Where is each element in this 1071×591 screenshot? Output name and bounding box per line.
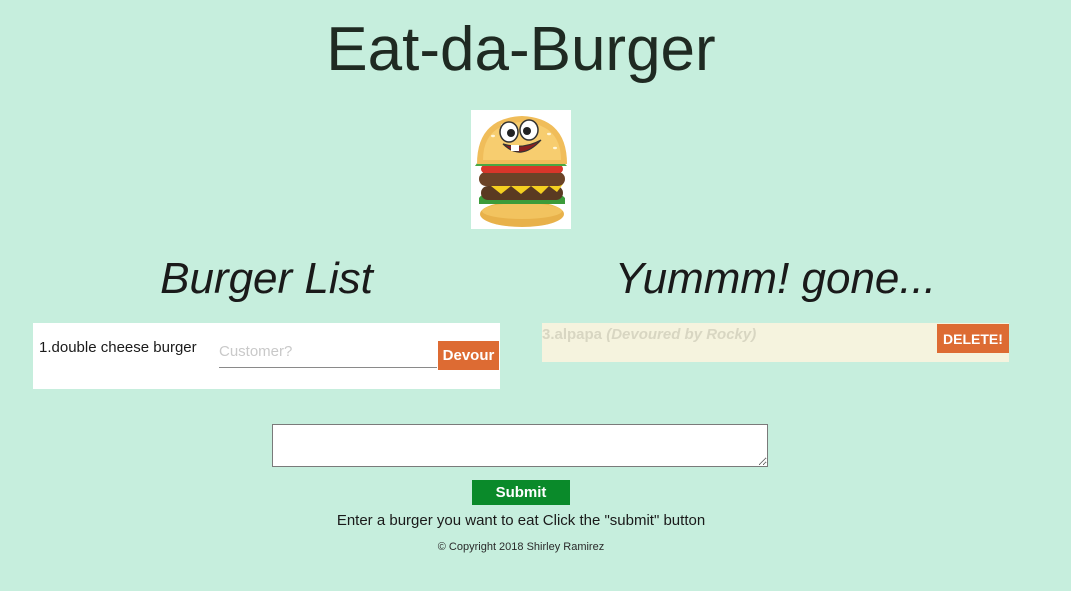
devoured-by-label: (Devoured by Rocky) [606,326,757,343]
devoured-list-title: Yummm! gone... [614,254,937,303]
page-title: Eat-da-Burger [326,15,716,84]
burger-list-title: Burger List [160,254,373,303]
devour-button[interactable]: Devour [438,341,499,370]
devoured-burger-name: 3.alpapa [542,326,603,343]
submit-button[interactable]: Submit [472,480,570,505]
footer-copyright: © Copyright 2018 Shirley Ramirez [437,541,605,553]
customer-input[interactable] [219,335,437,368]
devoured-list-item: 3.alpapa (Devoured by Rocky) DELETE! [542,323,1009,362]
burger-name: 1.double cheese burger [39,339,197,356]
instructions-text: Enter a burger you want to eat Click the… [336,512,706,529]
burger-list-item: 1.double cheese burger Devour [33,323,500,389]
burger-name-textarea[interactable] [272,424,768,467]
devoured-burger-text: 3.alpapa (Devoured by Rocky) [542,326,756,343]
burger-mascot-icon [471,110,571,229]
delete-button[interactable]: DELETE! [937,324,1009,353]
